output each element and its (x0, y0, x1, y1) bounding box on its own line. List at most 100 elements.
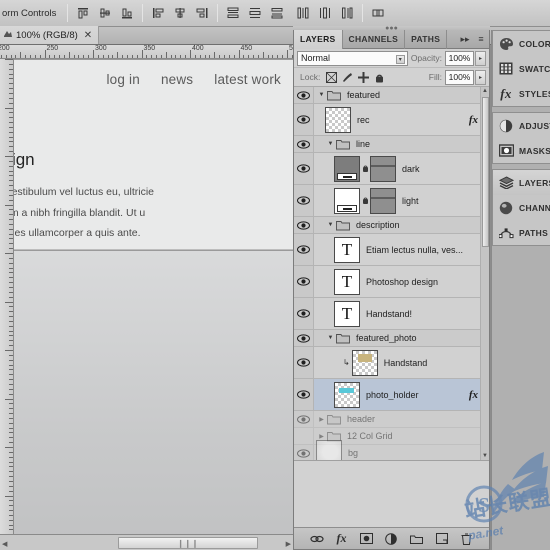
design-canvas[interactable]: log in news latest work ! esign lla, ves… (14, 60, 293, 545)
layer-visibility-toggle[interactable] (294, 104, 314, 135)
tab-channels[interactable]: CHANNELS (343, 29, 406, 49)
align-left-edges-button[interactable] (148, 3, 168, 23)
scrollbar-thumb[interactable]: ❙❙❙ (118, 537, 258, 549)
align-right-edges-button[interactable] (192, 3, 212, 23)
layer-row[interactable]: T Etiam lectus nulla, ves... (294, 234, 489, 266)
layer-name[interactable]: line (356, 139, 370, 149)
layer-name[interactable]: light (402, 196, 419, 206)
layer-row[interactable]: ↳ Handstand (294, 347, 489, 379)
layer-name[interactable]: bg (348, 448, 358, 458)
scroll-left-arrow-icon[interactable]: ◀ (2, 540, 7, 548)
align-bottom-edges-button[interactable] (117, 3, 137, 23)
layer-name[interactable]: Handstand! (366, 309, 412, 319)
canvas-horizontal-scrollbar[interactable]: ◀ ❙❙❙ ▶ (0, 534, 293, 550)
distribute-top-edges-button[interactable] (223, 3, 243, 23)
chevron-down-icon[interactable]: ▼ (325, 222, 336, 228)
layer-thumbnail[interactable] (351, 349, 378, 376)
align-top-edges-button[interactable] (73, 3, 93, 23)
chevron-down-icon[interactable]: ▼ (325, 335, 336, 341)
add-layer-style-icon[interactable]: fx (335, 531, 349, 546)
opacity-input[interactable]: 100% (445, 50, 474, 66)
scroll-right-arrow-icon[interactable]: ▶ (286, 540, 291, 548)
layer-group-row[interactable]: ▶ header (294, 411, 489, 428)
layer-thumbnail-text[interactable]: T (334, 236, 360, 263)
layer-visibility-toggle[interactable] (294, 445, 314, 460)
layer-visibility-toggle[interactable] (294, 330, 314, 346)
lock-image-pixels-icon[interactable] (341, 71, 353, 83)
close-icon[interactable]: ✕ (84, 30, 92, 41)
layer-visibility-toggle[interactable] (294, 379, 314, 410)
blend-mode-select[interactable]: Normal ▾ (297, 50, 408, 66)
layer-thumbnail[interactable] (316, 440, 342, 460)
mask-link-icon[interactable] (360, 164, 370, 174)
distribute-vertical-centers-button[interactable] (245, 3, 265, 23)
layer-row[interactable]: T Photoshop design (294, 266, 489, 298)
dock-item-swatches[interactable]: SWATCHES (493, 56, 550, 81)
dock-item-color[interactable]: COLOR (493, 31, 550, 56)
layer-name[interactable]: Handstand (384, 358, 428, 368)
auto-align-layers-button[interactable] (368, 3, 388, 23)
dock-item-styles[interactable]: fx STYLES (493, 81, 550, 106)
layer-list-scrollbar[interactable]: ▲ ▼ (480, 87, 489, 460)
distribute-bottom-edges-button[interactable] (267, 3, 287, 23)
chevron-right-icon[interactable]: ▶ (316, 433, 327, 440)
layer-name[interactable]: 12 Col Grid (347, 431, 393, 441)
lock-transparent-pixels-icon[interactable] (325, 71, 337, 83)
dock-item-layers[interactable]: LAYERS (493, 170, 550, 195)
layer-row[interactable]: photo_holderfx▾ (294, 379, 489, 411)
distribute-horizontal-centers-button[interactable] (315, 3, 335, 23)
layer-name[interactable]: Photoshop design (366, 277, 438, 287)
layer-visibility-toggle[interactable] (294, 153, 314, 184)
mask-link-icon[interactable] (360, 196, 370, 206)
new-adjustment-layer-icon[interactable] (385, 532, 399, 546)
layer-visibility-toggle[interactable] (294, 136, 314, 152)
layer-mask-thumbnail[interactable] (370, 187, 396, 214)
layer-thumbnail-text[interactable]: T (334, 268, 360, 295)
layer-mask-thumbnail[interactable] (370, 155, 396, 182)
layer-visibility-toggle[interactable] (294, 347, 314, 378)
dock-item-paths[interactable]: PATHS (493, 220, 550, 245)
delete-layer-icon[interactable] (460, 532, 474, 546)
layer-visibility-toggle[interactable] (294, 185, 314, 216)
layer-name[interactable]: rec (357, 115, 370, 125)
layer-name[interactable]: description (356, 220, 400, 230)
distribute-right-edges-button[interactable] (337, 3, 357, 23)
layer-visibility-toggle[interactable] (294, 266, 314, 297)
opacity-stepper[interactable]: ▸ (475, 50, 486, 66)
layer-visibility-toggle[interactable] (294, 87, 314, 103)
dock-item-masks[interactable]: MASKS (493, 138, 550, 163)
layer-group-row[interactable]: ▼ description (294, 217, 489, 234)
fill-input[interactable]: 100% (445, 69, 474, 85)
panel-menu-icon[interactable]: ≡ (473, 30, 489, 49)
layer-visibility-toggle[interactable] (294, 428, 314, 444)
layer-row[interactable]: light (294, 185, 489, 217)
layer-name[interactable]: header (347, 414, 375, 424)
layer-visibility-toggle[interactable] (294, 217, 314, 233)
layer-visibility-toggle[interactable] (294, 234, 314, 265)
chevron-down-icon[interactable]: ▾ (395, 54, 405, 64)
layer-group-row[interactable]: ▼ featured (294, 87, 489, 104)
layer-group-row[interactable]: ▼ line (294, 136, 489, 153)
dock-item-channels[interactable]: CHANNELS (493, 195, 550, 220)
chevron-right-icon[interactable]: ▶ (316, 416, 327, 423)
align-vertical-centers-button[interactable] (95, 3, 115, 23)
lock-all-icon[interactable] (373, 71, 385, 83)
layer-thumbnail[interactable] (334, 155, 360, 182)
lock-position-icon[interactable] (357, 71, 369, 83)
tab-paths[interactable]: PATHS (405, 29, 448, 49)
layer-name[interactable]: dark (402, 164, 420, 174)
layer-name[interactable]: photo_holder (366, 390, 419, 400)
layer-visibility-toggle[interactable] (294, 411, 314, 427)
layer-list-scroll-thumb[interactable] (482, 97, 489, 247)
scroll-down-arrow-icon[interactable]: ▼ (482, 453, 488, 459)
scroll-up-arrow-icon[interactable]: ▲ (482, 88, 488, 94)
new-group-icon[interactable] (410, 532, 424, 546)
layer-thumbnail-text[interactable]: T (334, 300, 360, 327)
add-layer-mask-icon[interactable] (360, 532, 374, 546)
layer-row[interactable]: bg (294, 440, 489, 460)
tab-layers[interactable]: LAYERS (294, 29, 343, 49)
align-horizontal-centers-button[interactable] (170, 3, 190, 23)
layer-thumbnail[interactable] (325, 106, 351, 133)
layer-thumbnail[interactable] (334, 381, 360, 408)
link-layers-icon[interactable] (309, 532, 324, 546)
